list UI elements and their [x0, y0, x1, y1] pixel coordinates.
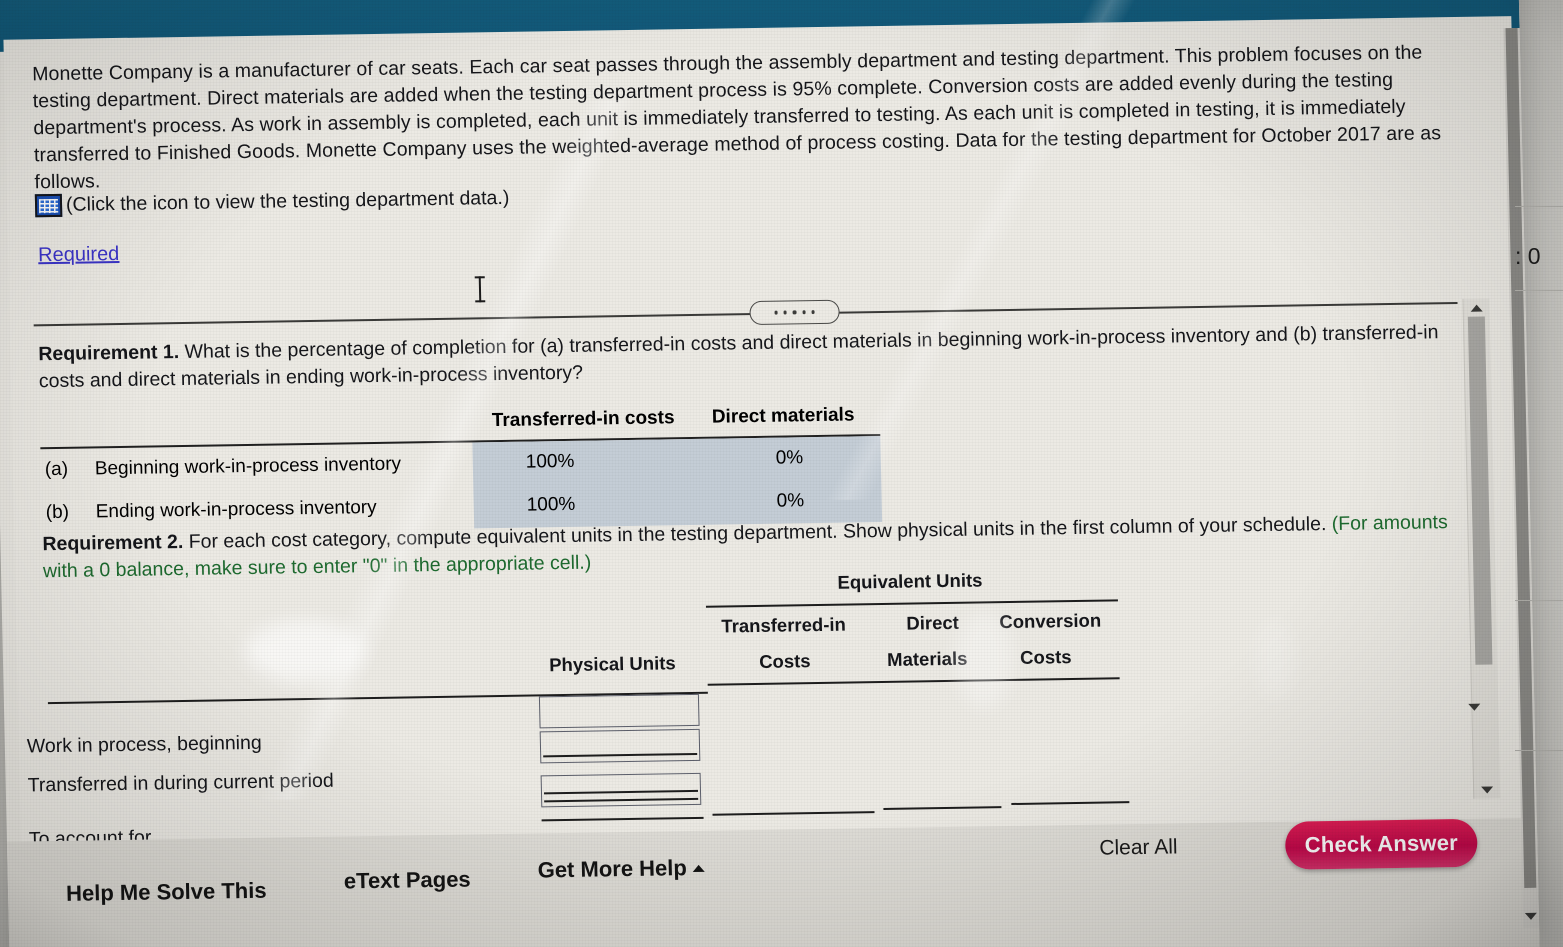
- offscreen-rule: [1515, 600, 1563, 601]
- requirement-2-label: Requirement 2.: [42, 530, 184, 556]
- offscreen-rule: [1515, 750, 1563, 751]
- cell-direct-materials: 0%: [775, 447, 804, 469]
- triangle-down-icon: [1481, 785, 1494, 794]
- splitter-dot: [774, 310, 778, 315]
- col-header-direct-line1: Direct: [906, 611, 960, 634]
- splitter-dots-handle[interactable]: [749, 299, 840, 326]
- total-rule-direct-materials: [883, 806, 1002, 810]
- problem-pane: Monette Company is a manufacturer of car…: [3, 16, 1531, 900]
- collapse-caret-icon[interactable]: [1468, 703, 1481, 729]
- input-physical-units-transferred-in[interactable]: [539, 728, 701, 764]
- help-me-solve-this-button[interactable]: Help Me Solve This: [66, 878, 267, 907]
- answer-scroll-area: Requirement 1. What is the percentage of…: [10, 317, 1471, 850]
- scrollbar-thumb[interactable]: [1467, 316, 1493, 665]
- row-label: Ending work-in-process inventory: [95, 496, 377, 523]
- etext-pages-button[interactable]: eText Pages: [344, 867, 471, 895]
- check-answer-button[interactable]: Check Answer: [1284, 818, 1478, 870]
- col-header-transferred-in-costs: Transferred-in costs: [491, 407, 675, 432]
- offscreen-rule: [1515, 206, 1563, 207]
- triangle-down-icon: [1524, 912, 1537, 920]
- col-header-conversion-line1: Conversion: [999, 609, 1102, 633]
- total-rule-conversion-costs: [1011, 801, 1130, 805]
- triangle-down-icon: [1468, 703, 1481, 728]
- triangle-up-icon: [1470, 304, 1483, 312]
- col-header-direct-materials: Direct materials: [711, 404, 855, 428]
- scroll-up-button[interactable]: [1463, 298, 1489, 316]
- splitter-dot: [792, 310, 797, 315]
- requirement-1-table: Transferred-in costs Direct materials (a…: [40, 404, 902, 535]
- col-header-transferred-in-line2: Costs: [758, 650, 811, 672]
- col-header-transferred-in-line1: Transferred-in: [721, 613, 847, 637]
- get-more-help-button[interactable]: Get More Help: [537, 855, 705, 884]
- spreadsheet-icon[interactable]: [34, 193, 63, 218]
- splitter-dot: [802, 310, 806, 314]
- row-label: Beginning work-in-process inventory: [94, 453, 402, 480]
- cell-transferred-in: 100%: [526, 493, 576, 516]
- application-screen: Monette Company is a manufacturer of car…: [0, 0, 1540, 947]
- get-more-help-label: Get More Help: [537, 855, 688, 883]
- caret-up-icon: [692, 864, 705, 872]
- equivalent-units-rule: [705, 599, 1118, 608]
- required-link[interactable]: Required: [38, 243, 120, 267]
- row-marker: (b): [45, 501, 70, 524]
- scroll-down-button[interactable]: [1474, 780, 1500, 798]
- clear-all-button[interactable]: Clear All: [1099, 835, 1178, 860]
- requirement-1-label: Requirement 1.: [38, 341, 180, 366]
- problem-statement: Monette Company is a manufacturer of car…: [31, 41, 1442, 194]
- cell-direct-materials: 0%: [776, 490, 805, 512]
- requirement-2-subheader-rule: [707, 677, 1120, 686]
- total-rule-physical-units: [541, 816, 704, 822]
- total-rule-transferred-in-costs: [712, 811, 875, 816]
- window-scroll-down-button[interactable]: [1523, 908, 1539, 924]
- col-header-direct-line2: Materials: [886, 647, 968, 670]
- screen-photo: Monette Company is a manufacturer of car…: [0, 0, 1563, 947]
- row-label-work-in-process-beginning: Work in process, beginning: [26, 731, 262, 758]
- cell-transferred-in: 100%: [525, 450, 575, 473]
- input-physical-units-beginning[interactable]: [538, 693, 700, 729]
- splitter-dot: [811, 310, 816, 314]
- splitter-dot: [783, 310, 787, 315]
- input-physical-units-total[interactable]: [540, 772, 702, 808]
- group-header-equivalent-units: Equivalent Units: [837, 569, 983, 593]
- col-header-conversion-line2: Costs: [1019, 646, 1072, 668]
- col-header-physical-units: Physical Units: [548, 652, 676, 676]
- row-label-transferred-in-during-current-period: Transferred in during current period: [27, 769, 334, 797]
- offscreen-rule: [1515, 290, 1563, 291]
- offscreen-value-fragment: : 0: [1515, 243, 1541, 269]
- row-marker: (a): [44, 458, 69, 481]
